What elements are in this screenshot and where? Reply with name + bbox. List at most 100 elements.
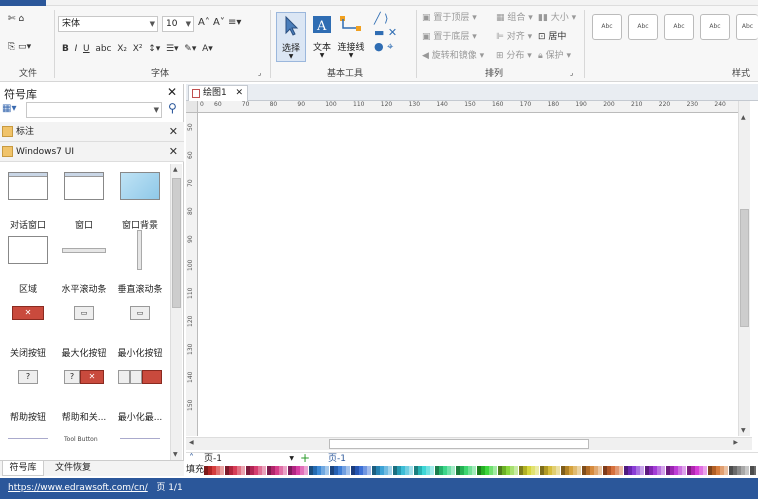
shape-help-close-button[interactable]: ? ✕ 帮助和关... bbox=[56, 364, 112, 424]
style-box-4[interactable]: Abc bbox=[700, 14, 730, 40]
color-swatch[interactable] bbox=[493, 466, 497, 475]
tab-symbols[interactable]: 符号库 bbox=[2, 461, 44, 476]
font-dialog-launcher[interactable]: ⌟ bbox=[258, 66, 261, 80]
color-swatch[interactable] bbox=[556, 466, 560, 475]
help-button-icon: ? bbox=[18, 370, 38, 384]
ruler-tick-label: 150 bbox=[464, 101, 476, 108]
shape-minimize-button[interactable]: ▭ 最小化按钮 bbox=[112, 300, 168, 360]
library-search-input[interactable]: ▼ bbox=[26, 102, 162, 118]
shape-min-max-button[interactable]: 最小化最... bbox=[112, 364, 168, 424]
connector-tool-button[interactable]: 连接线 ▼ bbox=[336, 12, 366, 62]
ruler-tick-label: 170 bbox=[519, 101, 532, 108]
shape-vertical-scrollbar[interactable]: 垂直滚动条 bbox=[112, 230, 168, 296]
color-swatch[interactable] bbox=[745, 466, 749, 475]
shapes-grid: 对话窗口 窗口 窗口背景 区域 水平滚动条 垂直滚动条 ✕ 关闭按钮 ▭ 最大化… bbox=[0, 164, 170, 460]
ruler-tick-label: 240 bbox=[714, 101, 726, 108]
ruler-tick-label: 70 bbox=[241, 101, 250, 108]
style-box-1[interactable]: Abc bbox=[592, 14, 622, 40]
shape-dialog-window[interactable]: 对话窗口 bbox=[0, 172, 56, 232]
shape-close-button[interactable]: ✕ 关闭按钮 bbox=[0, 300, 56, 360]
select-tool-button[interactable]: 选择 ▼ bbox=[276, 12, 306, 62]
paste-icon[interactable]: ⎘ ▭▾ bbox=[8, 40, 31, 54]
vertical-scrollbar-thumb[interactable] bbox=[740, 209, 749, 327]
add-page-icon[interactable]: + bbox=[300, 452, 310, 464]
color-swatch[interactable] bbox=[451, 466, 455, 475]
color-swatch[interactable] bbox=[577, 466, 581, 475]
shape-maximize-button[interactable]: ▭ 最大化按钮 bbox=[56, 300, 112, 360]
status-url[interactable]: https://www.edrawsoft.com/cn/ bbox=[8, 483, 148, 493]
vertical-scrollbar[interactable]: ▲ ▼ bbox=[738, 101, 750, 436]
color-swatch[interactable] bbox=[262, 466, 266, 475]
library-menu-icon[interactable]: ▦▾ bbox=[2, 103, 16, 114]
color-swatch[interactable] bbox=[640, 466, 644, 475]
color-swatch[interactable] bbox=[472, 466, 476, 475]
shape-horizontal-scrollbar[interactable]: 水平滚动条 bbox=[56, 236, 112, 296]
color-swatches[interactable] bbox=[204, 466, 756, 475]
library-header-annotation[interactable]: 标注 ✕ bbox=[0, 122, 184, 142]
page-select[interactable]: 页-1 ▼ bbox=[204, 453, 294, 465]
symbols-panel-close-icon[interactable]: ✕ bbox=[167, 85, 177, 99]
color-swatch[interactable] bbox=[325, 466, 329, 475]
font-name-select[interactable]: 宋体 ▼ bbox=[58, 16, 158, 32]
partial-shape bbox=[8, 438, 48, 444]
size-button[interactable]: ▮▮ 大小 ▾ bbox=[538, 11, 576, 25]
send-to-bottom-button[interactable]: ▣ 置于底层 ▾ bbox=[422, 30, 477, 44]
color-swatch[interactable] bbox=[346, 466, 350, 475]
center-button[interactable]: ⊡ 居中 bbox=[538, 30, 566, 44]
shapes-scrollbar[interactable]: ▲ ▼ bbox=[170, 164, 182, 460]
color-swatch[interactable] bbox=[598, 466, 602, 475]
color-swatch[interactable] bbox=[619, 466, 623, 475]
style-box-5[interactable]: Abc bbox=[736, 14, 758, 40]
color-swatch[interactable] bbox=[388, 466, 392, 475]
color-swatch[interactable] bbox=[283, 466, 287, 475]
horizontal-scrollbar-thumb[interactable] bbox=[329, 439, 589, 449]
shapes-scrollbar-thumb[interactable] bbox=[172, 178, 181, 308]
shape-region[interactable]: 区域 bbox=[0, 236, 56, 296]
window-background-icon bbox=[120, 172, 160, 200]
text-format-buttons[interactable]: B I U abc X₂ X² ↕▾ ☰▾ ✎▾ A▾ bbox=[62, 42, 213, 56]
close-tab-icon[interactable]: ✕ bbox=[235, 86, 243, 101]
library-header-windows7[interactable]: Windows7 UI ✕ bbox=[0, 142, 184, 162]
font-grow-button[interactable]: A˄ A˅ ≡▾ bbox=[198, 16, 241, 30]
drawing-canvas[interactable] bbox=[199, 114, 737, 435]
font-size-select[interactable]: 10 ▼ bbox=[162, 16, 194, 32]
color-swatch[interactable] bbox=[535, 466, 539, 475]
color-swatch[interactable] bbox=[409, 466, 413, 475]
collapse-icon[interactable]: ˄ bbox=[189, 453, 194, 464]
color-swatch[interactable] bbox=[661, 466, 665, 475]
style-box-2[interactable]: Abc bbox=[628, 14, 658, 40]
tab-file-recovery[interactable]: 文件恢复 bbox=[50, 461, 96, 476]
color-swatch[interactable] bbox=[220, 466, 224, 475]
color-swatch[interactable] bbox=[430, 466, 434, 475]
page-tab[interactable]: 页-1 bbox=[328, 453, 346, 465]
bring-to-top-button[interactable]: ▣ 置于顶层 ▾ bbox=[422, 11, 477, 25]
rotate-mirror-button[interactable]: ◀ 旋转和镜像 ▾ bbox=[422, 49, 484, 63]
group-button[interactable]: ▦ 组合 ▾ bbox=[496, 11, 533, 25]
close-icon[interactable]: ✕ bbox=[169, 122, 178, 142]
color-swatch[interactable] bbox=[304, 466, 308, 475]
color-swatch[interactable] bbox=[514, 466, 518, 475]
file-group-label: 文件 bbox=[18, 69, 37, 79]
style-box-3[interactable]: Abc bbox=[664, 14, 694, 40]
shape-help-button[interactable]: ? 帮助按钮 bbox=[0, 364, 56, 424]
search-icon[interactable]: ⚲ bbox=[168, 101, 177, 115]
color-swatch[interactable] bbox=[724, 466, 728, 475]
align-button[interactable]: ⊫ 对齐 ▾ bbox=[496, 30, 532, 44]
horizontal-scrollbar[interactable]: ◀ ▶ bbox=[186, 437, 752, 450]
protect-button[interactable]: 🔒︎ 保护 ▾ bbox=[538, 49, 571, 63]
document-tab[interactable]: 绘图1 ✕ bbox=[188, 85, 248, 101]
distribute-button[interactable]: ⊞ 分布 ▾ bbox=[496, 49, 532, 63]
text-tool-button[interactable]: A 文本 ▼ bbox=[310, 12, 334, 62]
shape-window[interactable]: 窗口 bbox=[56, 172, 112, 232]
color-swatch[interactable] bbox=[241, 466, 245, 475]
close-icon[interactable]: ✕ bbox=[169, 142, 178, 162]
shape-window-background[interactable]: 窗口背景 bbox=[112, 172, 168, 232]
color-swatch[interactable] bbox=[754, 466, 756, 475]
styles-group-label: 样式 bbox=[731, 69, 750, 79]
color-swatch[interactable] bbox=[703, 466, 707, 475]
color-swatch[interactable] bbox=[682, 466, 686, 475]
arrange-dialog-launcher[interactable]: ⌟ bbox=[570, 66, 573, 80]
format-painter-icon[interactable]: ✄ ⌂ bbox=[8, 12, 24, 26]
line-shape-icons[interactable]: ╱ ⟩ ▬ ✕ ● ⌖ bbox=[374, 12, 397, 54]
color-swatch[interactable] bbox=[367, 466, 371, 475]
